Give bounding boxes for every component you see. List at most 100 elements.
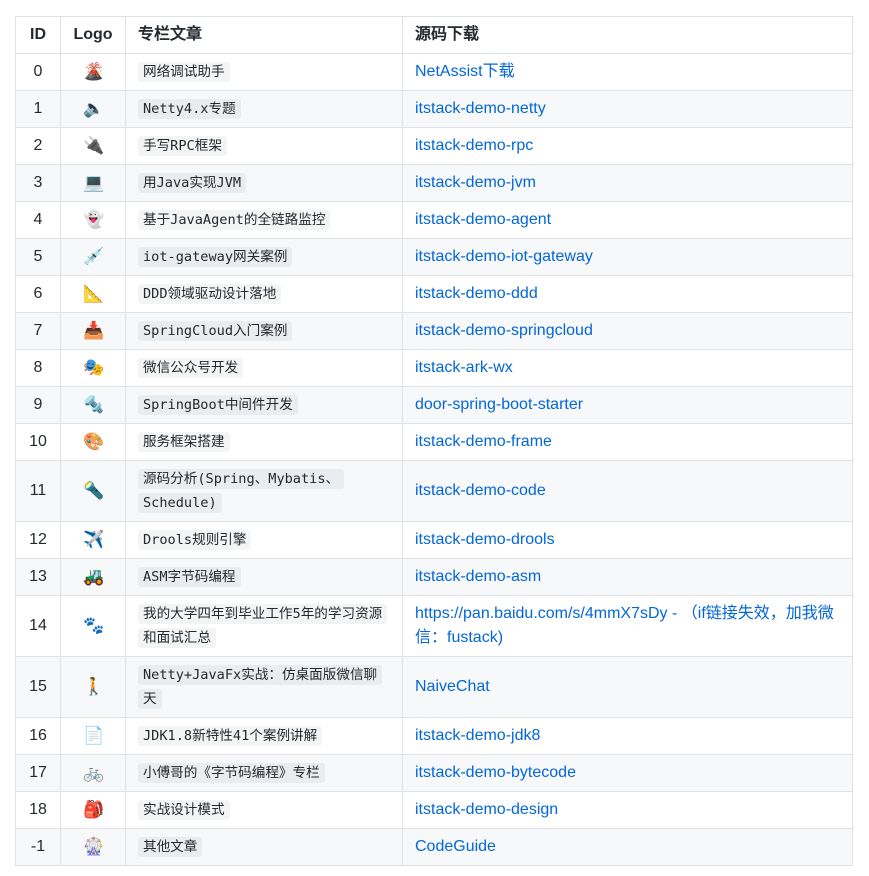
row-id: 4 xyxy=(15,201,61,239)
logo-emoji-icon: 💻 xyxy=(83,172,105,193)
source-download-link[interactable]: itstack-demo-springcloud xyxy=(415,322,593,339)
article-title: 基于JavaAgent的全链路监控 xyxy=(138,210,331,230)
row-source-cell: itstack-demo-agent xyxy=(402,201,853,239)
article-title: 服务框架搭建 xyxy=(138,432,230,452)
table-row: 4 👻 基于JavaAgent的全链路监控 itstack-demo-agent xyxy=(15,201,853,239)
source-download-link[interactable]: itstack-demo-agent xyxy=(415,211,551,228)
row-article-cell: 我的大学四年到毕业工作5年的学习资源和面试汇总 xyxy=(125,595,403,657)
source-download-link[interactable]: NetAssist下载 xyxy=(415,63,515,80)
row-source-cell: itstack-demo-jvm xyxy=(402,164,853,202)
row-article-cell: Drools规则引擎 xyxy=(125,521,403,559)
row-article-cell: Netty+JavaFx实战：仿桌面版微信聊天 xyxy=(125,656,403,718)
source-download-link[interactable]: itstack-demo-iot-gateway xyxy=(415,248,593,265)
source-download-link[interactable]: itstack-demo-drools xyxy=(415,531,555,548)
row-logo-cell: 🐾 xyxy=(60,595,126,657)
row-logo-cell: 🔦 xyxy=(60,460,126,522)
source-download-link[interactable]: itstack-demo-netty xyxy=(415,100,546,117)
article-title: DDD领域驱动设计落地 xyxy=(138,284,282,304)
logo-emoji-icon: 📐 xyxy=(83,283,105,304)
row-source-cell: itstack-ark-wx xyxy=(402,349,853,387)
table-row: 13 🚜 ASM字节码编程 itstack-demo-asm xyxy=(15,558,853,596)
row-article-cell: 其他文章 xyxy=(125,828,403,866)
row-id: 7 xyxy=(15,312,61,350)
logo-emoji-icon: 📄 xyxy=(83,725,105,746)
table-row: 12 ✈️ Drools规则引擎 itstack-demo-drools xyxy=(15,521,853,559)
source-download-link[interactable]: itstack-demo-code xyxy=(415,482,546,499)
row-article-cell: Netty4.x专题 xyxy=(125,90,403,128)
source-download-link[interactable]: itstack-demo-frame xyxy=(415,433,552,450)
row-logo-cell: 📥 xyxy=(60,312,126,350)
row-id: 14 xyxy=(15,595,61,657)
table-row: 2 🔌 手写RPC框架 itstack-demo-rpc xyxy=(15,127,853,165)
row-id: 9 xyxy=(15,386,61,424)
row-source-cell: https://pan.baidu.com/s/4mmX7sDy - （if链接… xyxy=(402,595,853,657)
row-logo-cell: 📄 xyxy=(60,717,126,755)
article-title: 实战设计模式 xyxy=(138,800,230,820)
logo-emoji-icon: 👻 xyxy=(83,209,105,230)
source-download-link[interactable]: https://pan.baidu.com/s/4mmX7sDy - （if链接… xyxy=(415,605,834,646)
logo-emoji-icon: 🎨 xyxy=(83,431,105,452)
source-download-link[interactable]: itstack-demo-jvm xyxy=(415,174,536,191)
row-id: 12 xyxy=(15,521,61,559)
article-title: 网络调试助手 xyxy=(138,62,230,82)
row-id: 3 xyxy=(15,164,61,202)
source-download-link[interactable]: itstack-demo-bytecode xyxy=(415,764,576,781)
row-article-cell: JDK1.8新特性41个案例讲解 xyxy=(125,717,403,755)
source-download-link[interactable]: itstack-ark-wx xyxy=(415,359,513,376)
table-row: 17 🚲 小傅哥的《字节码编程》专栏 itstack-demo-bytecode xyxy=(15,754,853,792)
row-id: 17 xyxy=(15,754,61,792)
row-id: 0 xyxy=(15,53,61,91)
table-row: 15 🚶 Netty+JavaFx实战：仿桌面版微信聊天 NaiveChat xyxy=(15,656,853,718)
row-logo-cell: ✈️ xyxy=(60,521,126,559)
source-download-link[interactable]: NaiveChat xyxy=(415,678,490,695)
row-article-cell: 服务框架搭建 xyxy=(125,423,403,461)
row-logo-cell: 🚜 xyxy=(60,558,126,596)
row-id: 2 xyxy=(15,127,61,165)
row-id: 8 xyxy=(15,349,61,387)
table-row: 0 🌋 网络调试助手 NetAssist下载 xyxy=(15,53,853,91)
row-article-cell: SpringCloud入门案例 xyxy=(125,312,403,350)
header-source: 源码下载 xyxy=(402,16,853,54)
source-download-link[interactable]: itstack-demo-ddd xyxy=(415,285,538,302)
row-id: 10 xyxy=(15,423,61,461)
row-id: 16 xyxy=(15,717,61,755)
table-row: 18 🎒 实战设计模式 itstack-demo-design xyxy=(15,791,853,829)
article-title: Netty+JavaFx实战：仿桌面版微信聊天 xyxy=(138,665,383,709)
table-row: 10 🎨 服务框架搭建 itstack-demo-frame xyxy=(15,423,853,461)
row-article-cell: 基于JavaAgent的全链路监控 xyxy=(125,201,403,239)
logo-emoji-icon: 🔈 xyxy=(83,98,105,119)
row-source-cell: CodeGuide xyxy=(402,828,853,866)
row-article-cell: 小傅哥的《字节码编程》专栏 xyxy=(125,754,403,792)
row-source-cell: itstack-demo-bytecode xyxy=(402,754,853,792)
row-logo-cell: 💻 xyxy=(60,164,126,202)
row-id: 11 xyxy=(15,460,61,522)
logo-emoji-icon: 🐾 xyxy=(83,615,105,636)
row-source-cell: itstack-demo-netty xyxy=(402,90,853,128)
source-download-link[interactable]: door-spring-boot-starter xyxy=(415,396,583,413)
row-source-cell: itstack-demo-springcloud xyxy=(402,312,853,350)
article-title: SpringBoot中间件开发 xyxy=(138,395,298,415)
source-download-link[interactable]: itstack-demo-design xyxy=(415,801,558,818)
table-row: 8 🎭 微信公众号开发 itstack-ark-wx xyxy=(15,349,853,387)
row-source-cell: itstack-demo-frame xyxy=(402,423,853,461)
row-source-cell: itstack-demo-iot-gateway xyxy=(402,238,853,276)
row-source-cell: itstack-demo-rpc xyxy=(402,127,853,165)
row-source-cell: NetAssist下载 xyxy=(402,53,853,91)
article-title: 小傅哥的《字节码编程》专栏 xyxy=(138,763,325,783)
article-title: 我的大学四年到毕业工作5年的学习资源和面试汇总 xyxy=(138,604,388,648)
row-logo-cell: 🎨 xyxy=(60,423,126,461)
source-download-link[interactable]: itstack-demo-rpc xyxy=(415,137,533,154)
article-title: 手写RPC框架 xyxy=(138,136,227,156)
article-title: 微信公众号开发 xyxy=(138,358,244,378)
row-source-cell: itstack-demo-drools xyxy=(402,521,853,559)
row-logo-cell: 🎒 xyxy=(60,791,126,829)
source-download-link[interactable]: itstack-demo-asm xyxy=(415,568,541,585)
source-download-link[interactable]: itstack-demo-jdk8 xyxy=(415,727,540,744)
row-logo-cell: 👻 xyxy=(60,201,126,239)
logo-emoji-icon: 🎡 xyxy=(83,836,105,857)
article-table: ID Logo 专栏文章 源码下载 0 🌋 网络调试助手 NetAssist下载 1 🔈 N… xyxy=(15,16,853,866)
table-row: 16 📄 JDK1.8新特性41个案例讲解 itstack-demo-jdk8 xyxy=(15,717,853,755)
logo-emoji-icon: 🎒 xyxy=(83,799,105,820)
source-download-link[interactable]: CodeGuide xyxy=(415,838,496,855)
row-id: 1 xyxy=(15,90,61,128)
